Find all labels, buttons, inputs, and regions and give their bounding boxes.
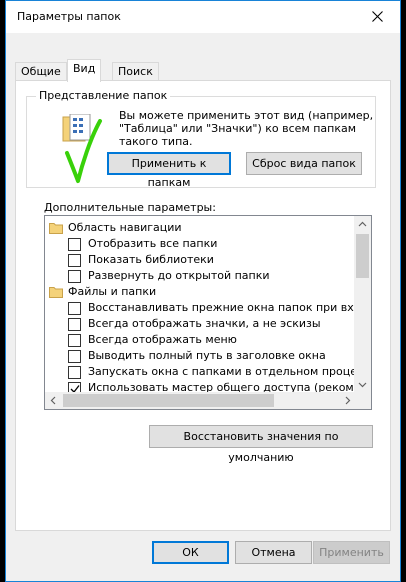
cancel-button[interactable]: Отмена xyxy=(235,541,312,564)
advanced-settings-label: Дополнительные параметры: xyxy=(44,201,216,214)
checkbox[interactable] xyxy=(68,366,81,379)
list-item-label: Развернуть до открытой папки xyxy=(88,269,270,282)
checkbox[interactable] xyxy=(68,302,81,315)
apply-button: Применить xyxy=(313,541,390,564)
checkbox[interactable] xyxy=(68,254,81,267)
ok-button[interactable]: ОК xyxy=(152,541,229,564)
chevron-left-icon xyxy=(50,396,56,405)
folder-views-description: Вы можете применить этот вид (например, … xyxy=(119,109,374,148)
annotation-check-icon xyxy=(65,119,102,183)
list-item-label: Отобразить все папки xyxy=(88,237,218,250)
window-title: Параметры папок xyxy=(17,10,121,23)
advanced-settings-viewport: Область навигации Отобразить все папки П… xyxy=(45,216,356,393)
tab-general[interactable]: Общие xyxy=(15,62,67,81)
folder-icon xyxy=(49,287,63,298)
checkbox[interactable] xyxy=(68,350,81,363)
list-item-label: Выводить полный путь в заголовке окна xyxy=(88,349,326,362)
close-button[interactable] xyxy=(356,1,400,33)
scrollbar-corner xyxy=(354,392,371,409)
chevron-up-icon xyxy=(358,221,367,227)
list-item-label: Всегда отображать меню xyxy=(88,333,237,346)
close-icon xyxy=(372,11,383,22)
chevron-down-icon xyxy=(358,382,367,388)
title-bar: Параметры папок xyxy=(6,1,400,33)
scroll-left-button[interactable] xyxy=(45,392,62,409)
list-item-label: Восстанавливать прежние окна папок при в… xyxy=(88,301,356,314)
list-item-label: Запускать окна с папками в отдельном про… xyxy=(88,365,356,378)
tab-view[interactable]: Вид xyxy=(67,59,102,82)
scroll-up-button[interactable] xyxy=(354,216,371,233)
vertical-scroll-thumb[interactable] xyxy=(356,234,369,278)
folder-views-legend: Представление папок xyxy=(36,89,171,102)
list-item-label: Файлы и папки xyxy=(68,285,157,298)
tab-search[interactable]: Поиск xyxy=(112,62,159,81)
list-item-label: Показать библиотеки xyxy=(88,253,214,266)
list-item-label: Всегда отображать значки, а не эскизы xyxy=(88,317,321,330)
horizontal-scrollbar[interactable] xyxy=(45,392,356,409)
checkbox[interactable] xyxy=(68,238,81,251)
list-item-label: Область навигации xyxy=(68,221,182,234)
checkbox[interactable] xyxy=(68,334,81,347)
folder-options-window: Параметры папок Общие Вид Поиск Представ… xyxy=(5,0,401,582)
apply-to-folders-button[interactable]: Применить к папкам xyxy=(107,152,231,189)
vertical-scrollbar[interactable] xyxy=(354,216,371,393)
checkbox[interactable] xyxy=(68,270,81,283)
folder-icon xyxy=(49,223,63,234)
scroll-down-button[interactable] xyxy=(354,376,371,393)
horizontal-scroll-thumb[interactable] xyxy=(63,394,274,407)
checkbox[interactable] xyxy=(68,318,81,331)
reset-folders-button[interactable]: Сброс вида папок xyxy=(246,152,362,175)
advanced-settings-list: Область навигации Отобразить все папки П… xyxy=(44,215,372,410)
restore-defaults-button[interactable]: Восстановить значения по умолчанию xyxy=(149,425,373,464)
